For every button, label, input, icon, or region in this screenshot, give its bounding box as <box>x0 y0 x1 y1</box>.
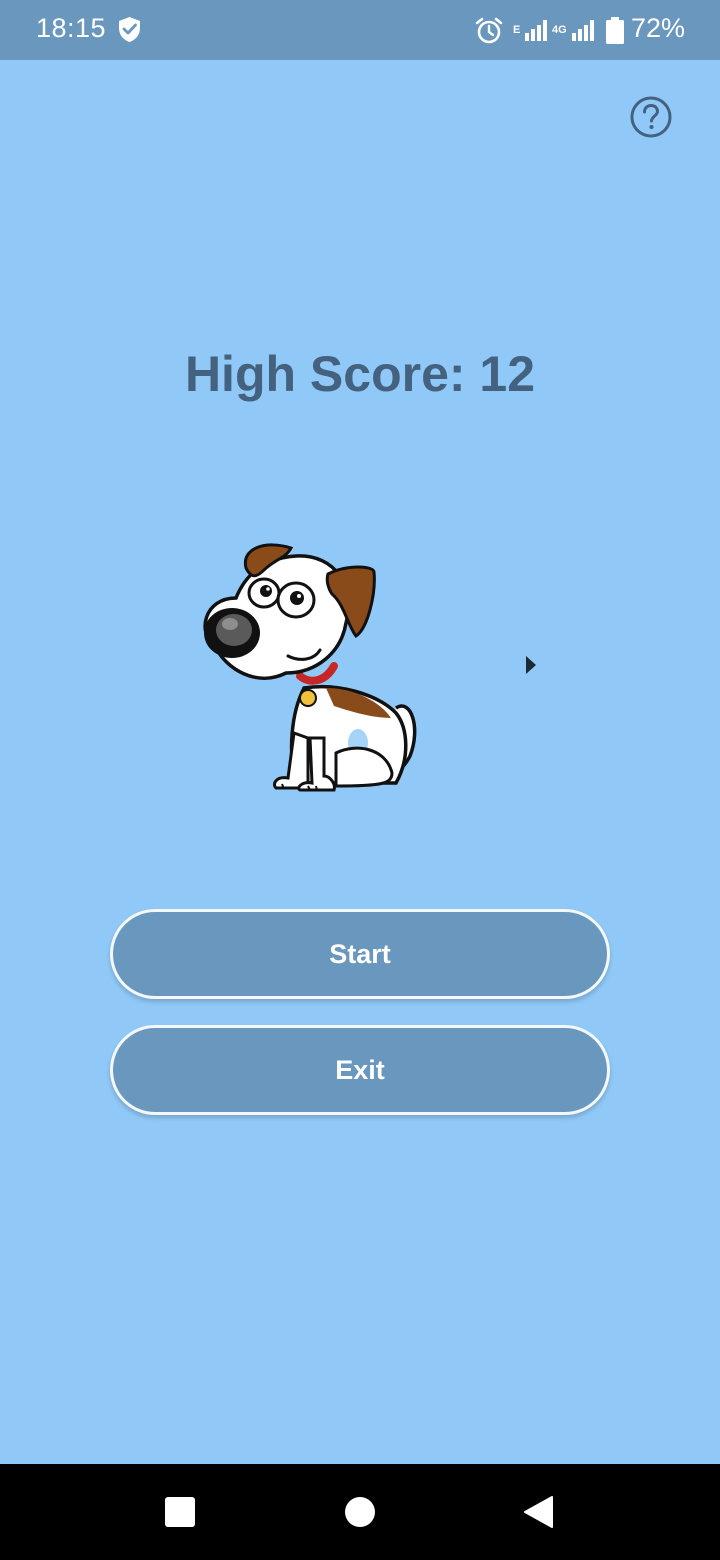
play-triangle-icon <box>526 656 536 674</box>
high-score-title: High Score: 12 <box>184 346 536 402</box>
home-circle-icon[interactable] <box>345 1497 375 1527</box>
network-type-e: E <box>513 24 521 36</box>
status-time: 18:15 <box>36 13 107 43</box>
recents-square-icon[interactable] <box>165 1497 195 1527</box>
signal-icon <box>525 20 547 41</box>
exit-button[interactable]: Exit <box>110 1025 610 1115</box>
navigation-bar <box>0 1464 720 1560</box>
network-type-4g: 4G <box>552 24 567 36</box>
back-triangle-icon[interactable] <box>522 1495 554 1529</box>
alarm-icon <box>475 17 503 44</box>
battery-icon <box>606 17 624 44</box>
signal-icon <box>572 20 594 41</box>
start-button[interactable]: Start <box>110 909 610 999</box>
status-bar: 18:15 E 4G 72% <box>0 0 720 60</box>
battery-percent: 72% <box>631 13 686 43</box>
shield-icon <box>119 17 140 42</box>
help-icon[interactable] <box>630 96 672 138</box>
dog-illustration <box>203 543 417 792</box>
